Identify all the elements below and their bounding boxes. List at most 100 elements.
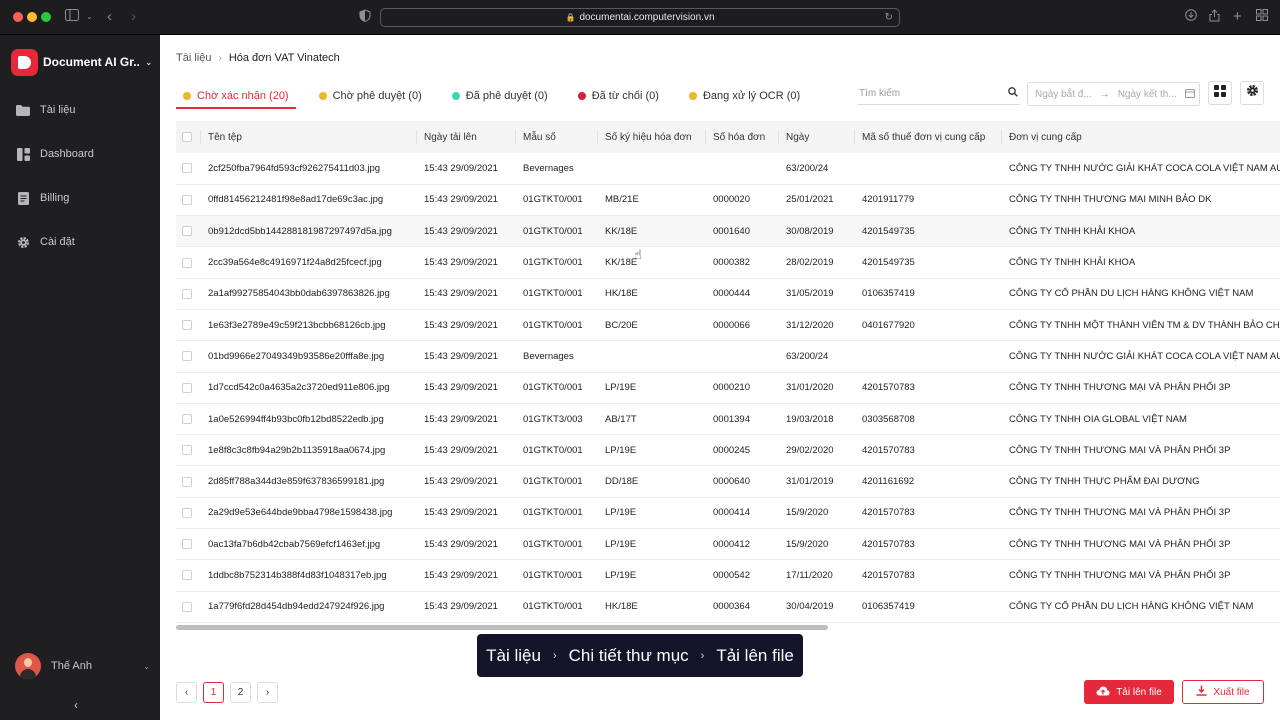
reload-icon[interactable]: ↻ xyxy=(885,9,893,26)
table-cell[interactable]: 1e8f8c3c8fb94a29b2b1135918aa0674.jpg xyxy=(200,434,416,467)
table-row[interactable]: 2cf250fba7964fd593cf926275411d03.jpg 15:4… xyxy=(176,153,1280,185)
calendar-icon[interactable] xyxy=(1184,88,1195,101)
table-cell[interactable]: 2a29d9e53e644bde9bba4798e1598438.jpg xyxy=(200,497,416,530)
export-file-button[interactable]: Xuất file xyxy=(1182,680,1264,704)
table-cell[interactable]: 1a0e526994ff4b93bc0fb12bd8522edb.jpg xyxy=(200,403,416,436)
row-checkbox[interactable] xyxy=(176,465,200,498)
table-cell[interactable]: 2d85ff788a344d3e859f637836599181.jpg xyxy=(200,465,416,498)
table-row[interactable]: 1ddbc8b752314b388f4d83f1048317eb.jpg 15:4… xyxy=(176,559,1280,592)
privacy-shield-icon[interactable] xyxy=(359,9,371,26)
address-bar[interactable]: 🔒 documentai.computervision.vn ↻ xyxy=(380,8,900,27)
table-row[interactable]: 2a29d9e53e644bde9bba4798e1598438.jpg 15:4… xyxy=(176,497,1280,530)
row-checkbox[interactable] xyxy=(176,215,200,248)
workspace-switcher[interactable]: Document AI Gr... ⌄ xyxy=(11,48,156,76)
back-icon[interactable]: ‹ xyxy=(107,9,112,25)
tab-ocr-processing[interactable]: Đang xử lý OCR (0) xyxy=(682,85,807,107)
column-header[interactable]: Số hóa đơn xyxy=(705,121,778,153)
new-tab-icon[interactable]: + xyxy=(1233,9,1242,25)
user-menu[interactable]: Thế Anh ⌄ xyxy=(15,653,150,679)
downloads-icon[interactable] xyxy=(1185,9,1197,25)
maximize-window-button[interactable] xyxy=(41,12,51,22)
table-row[interactable]: 2d85ff788a344d3e859f637836599181.jpg 15:4… xyxy=(176,465,1280,498)
column-header[interactable]: Tên tệp xyxy=(200,121,416,153)
tab-overview-icon[interactable] xyxy=(1256,9,1268,25)
horizontal-scrollbar[interactable] xyxy=(176,625,828,630)
table-cell: 0106357419 xyxy=(854,278,1001,310)
table-cell[interactable]: 0ffd81456212481f98e8ad17de69c3ac.jpg xyxy=(200,184,416,217)
table-row[interactable]: 2a1af99275854043bb0dab6397863826.jpg 15:4… xyxy=(176,278,1280,310)
row-checkbox[interactable] xyxy=(176,278,200,310)
row-checkbox[interactable] xyxy=(176,184,200,217)
table-cell: 15:43 29/09/2021 xyxy=(416,403,515,436)
table-cell[interactable]: 0b912dcd5bb144288181987297497d5a.jpg xyxy=(200,215,416,248)
sidebar-item-documents[interactable]: Tài liệu xyxy=(0,96,160,124)
table-row[interactable]: 1a779f6fd28d454db94edd247924f926.jpg 15:4… xyxy=(176,591,1280,623)
minimize-window-button[interactable] xyxy=(27,12,37,22)
tab-pending-confirmation[interactable]: Chờ xác nhận (20) xyxy=(176,85,296,109)
row-checkbox[interactable] xyxy=(176,591,200,623)
grid-view-button[interactable] xyxy=(1208,81,1232,105)
table-row[interactable]: 0ffd81456212481f98e8ad17de69c3ac.jpg 15:4… xyxy=(176,184,1280,217)
table-cell: 0000444 xyxy=(705,278,778,310)
row-checkbox[interactable] xyxy=(176,497,200,530)
table-row[interactable]: 1e8f8c3c8fb94a29b2b1135918aa0674.jpg 15:4… xyxy=(176,434,1280,467)
table-cell[interactable]: 2a1af99275854043bb0dab6397863826.jpg xyxy=(200,278,416,310)
table-row[interactable]: 1a0e526994ff4b93bc0fb12bd8522edb.jpg 15:4… xyxy=(176,403,1280,436)
column-header[interactable]: Mẫu số xyxy=(515,121,597,153)
row-checkbox[interactable] xyxy=(176,153,200,185)
chevron-down-icon[interactable]: ⌄ xyxy=(86,9,93,25)
table-row[interactable]: 2cc39a564e8c4916971f24a8d25fcecf.jpg 15:4… xyxy=(176,246,1280,279)
table-cell[interactable]: 2cc39a564e8c4916971f24a8d25fcecf.jpg xyxy=(200,246,416,279)
column-header[interactable]: Mã số thuế đơn vị cung cấp xyxy=(854,121,1001,153)
table-cell[interactable]: 01bd9966e27049349b93586e20fffa8e.jpg xyxy=(200,340,416,373)
column-header[interactable]: Số ký hiệu hóa đơn xyxy=(597,121,705,153)
sidebar-item-dashboard[interactable]: Dashboard xyxy=(0,140,160,168)
row-checkbox[interactable] xyxy=(176,309,200,342)
prev-page-button[interactable]: ‹ xyxy=(176,682,197,703)
table-row[interactable]: 0b912dcd5bb144288181987297497d5a.jpg 15:4… xyxy=(176,215,1280,248)
table-cell[interactable]: 0ac13fa7b6db42cbab7569efcf1463ef.jpg xyxy=(200,528,416,561)
share-icon[interactable] xyxy=(1209,9,1220,26)
row-checkbox[interactable] xyxy=(176,403,200,436)
table-cell[interactable]: 1e63f3e2789e49c59f213bcbb68126cb.jpg xyxy=(200,309,416,342)
search-input[interactable]: Tìm kiếm xyxy=(858,83,1020,105)
close-window-button[interactable] xyxy=(13,12,23,22)
sidebar-toggle-icon[interactable] xyxy=(65,9,79,25)
row-checkbox[interactable] xyxy=(176,434,200,467)
sidebar-item-settings[interactable]: Cài đặt xyxy=(0,228,160,256)
table-row[interactable]: 1e63f3e2789e49c59f213bcbb68126cb.jpg 15:4… xyxy=(176,309,1280,342)
upload-file-button[interactable]: Tải lên file xyxy=(1084,680,1174,704)
row-checkbox[interactable] xyxy=(176,372,200,404)
column-header[interactable]: Đơn vị cung cấp xyxy=(1001,121,1280,153)
select-all-checkbox[interactable] xyxy=(176,121,200,153)
table-row[interactable]: 0ac13fa7b6db42cbab7569efcf1463ef.jpg 15:4… xyxy=(176,528,1280,561)
page-button-2[interactable]: 2 xyxy=(230,682,251,703)
row-checkbox[interactable] xyxy=(176,340,200,373)
page-button-1[interactable]: 1 xyxy=(203,682,224,703)
collapse-sidebar-icon[interactable]: ‹ xyxy=(74,698,78,712)
breadcrumb-documents[interactable]: Tài liệu xyxy=(176,52,211,64)
table-cell[interactable]: 1d7ccd542c0a4635a2c3720ed911e806.jpg xyxy=(200,372,416,404)
tab-approved[interactable]: Đã phê duyệt (0) xyxy=(445,85,555,107)
next-page-button[interactable]: › xyxy=(257,682,278,703)
forward-icon[interactable]: › xyxy=(131,9,136,25)
column-header[interactable]: Ngày xyxy=(778,121,854,153)
tab-rejected[interactable]: Đã từ chối (0) xyxy=(571,85,666,107)
column-header[interactable]: Ngày tải lên xyxy=(416,121,515,153)
row-checkbox[interactable] xyxy=(176,559,200,592)
row-checkbox[interactable] xyxy=(176,246,200,279)
tab-pending-approval[interactable]: Chờ phê duyệt (0) xyxy=(312,85,429,107)
search-icon[interactable] xyxy=(1008,83,1018,105)
row-checkbox[interactable] xyxy=(176,528,200,561)
sidebar-item-label: Dashboard xyxy=(40,148,94,160)
table-cell[interactable]: 2cf250fba7964fd593cf926275411d03.jpg xyxy=(200,153,416,185)
settings-button[interactable] xyxy=(1240,81,1264,105)
start-date-field[interactable]: Ngày bắt đ... xyxy=(1035,89,1092,100)
sidebar-item-billing[interactable]: Billing xyxy=(0,184,160,212)
table-cell[interactable]: 1a779f6fd28d454db94edd247924f926.jpg xyxy=(200,591,416,623)
table-row[interactable]: 1d7ccd542c0a4635a2c3720ed911e806.jpg 15:4… xyxy=(176,372,1280,404)
table-cell[interactable]: 1ddbc8b752314b388f4d83f1048317eb.jpg xyxy=(200,559,416,592)
end-date-field[interactable]: Ngày kết th... xyxy=(1118,89,1177,100)
date-range-picker[interactable]: Ngày bắt đ... → Ngày kết th... xyxy=(1027,82,1200,106)
table-row[interactable]: 01bd9966e27049349b93586e20fffa8e.jpg 15:4… xyxy=(176,340,1280,373)
